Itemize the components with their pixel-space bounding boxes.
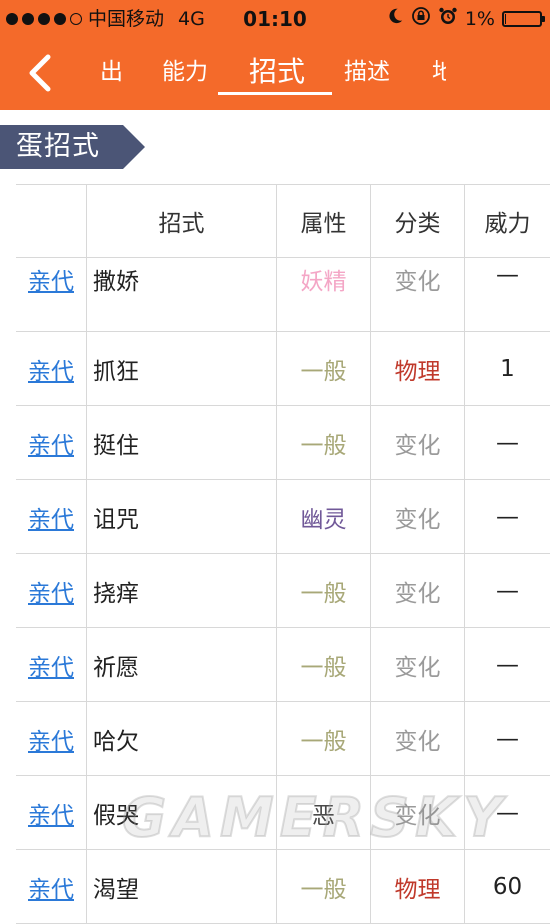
- move-category-cell: 物理: [370, 332, 464, 405]
- learn-method-cell: 亲代: [16, 702, 86, 775]
- move-name-cell: 挺住: [86, 406, 276, 479]
- move-category-cell: 变化: [370, 776, 464, 849]
- tab-origin[interactable]: 出: [100, 52, 122, 92]
- move-name-cell: 哈欠: [86, 702, 276, 775]
- learn-method-link[interactable]: 亲代: [28, 352, 74, 386]
- move-category-cell: 物理: [370, 850, 464, 923]
- tab-moves[interactable]: 招式: [238, 52, 316, 92]
- move-type-cell: 一般: [276, 332, 370, 405]
- move-power-cell: —: [464, 480, 550, 553]
- learn-method-link[interactable]: 亲代: [28, 500, 74, 534]
- learn-method-cell: 亲代: [16, 554, 86, 627]
- nav-bar: 出 能力 招式 描述 地: [0, 38, 550, 110]
- move-type-cell: 恶: [276, 776, 370, 849]
- status-right: 1%: [386, 6, 545, 33]
- learn-method-link[interactable]: 亲代: [28, 262, 74, 296]
- tab-description[interactable]: 描述: [338, 52, 396, 92]
- learn-method-link[interactable]: 亲代: [28, 574, 74, 608]
- move-type-cell: 妖精: [276, 258, 370, 331]
- active-tab-indicator: [218, 92, 332, 95]
- tab-abilities[interactable]: 能力: [156, 52, 214, 92]
- move-power-cell: —: [464, 554, 550, 627]
- move-name-cell: 渴望: [86, 850, 276, 923]
- section-header: 蛋招式: [0, 125, 145, 169]
- header-category: 分类: [370, 185, 464, 257]
- move-power-cell: —: [464, 406, 550, 479]
- table-row: 亲代 祈愿 一般 变化 —: [16, 628, 550, 702]
- move-name-cell: 祈愿: [86, 628, 276, 701]
- move-category-cell: 变化: [370, 554, 464, 627]
- learn-method-cell: 亲代: [16, 406, 86, 479]
- back-button[interactable]: [18, 48, 62, 98]
- moon-icon: [386, 6, 404, 32]
- egg-moves-table: 招式 属性 分类 威力 亲代 撒娇 妖精 变化 — 亲代 抓狂 一般 物理 1 亲代 挺住 一般 变化 — 亲…: [16, 184, 550, 924]
- move-type-cell: 幽灵: [276, 480, 370, 553]
- learn-method-link[interactable]: 亲代: [28, 426, 74, 460]
- alarm-icon: [438, 6, 458, 33]
- table-row: 亲代 诅咒 幽灵 变化 —: [16, 480, 550, 554]
- learn-method-link[interactable]: 亲代: [28, 648, 74, 682]
- table-row: 亲代 挺住 一般 变化 —: [16, 406, 550, 480]
- chevron-left-icon: [29, 54, 51, 92]
- learn-method-link[interactable]: 亲代: [28, 722, 74, 756]
- tab-bar: 出 能力 招式 描述 地: [80, 38, 550, 110]
- battery-icon: [502, 11, 545, 27]
- learn-method-cell: 亲代: [16, 332, 86, 405]
- move-category-cell: 变化: [370, 480, 464, 553]
- table-header-row: 招式 属性 分类 威力: [16, 184, 550, 258]
- header-learn: [16, 185, 86, 257]
- header-power: 威力: [464, 185, 550, 257]
- header-type: 属性: [276, 185, 370, 257]
- move-name-cell: 撒娇: [86, 258, 276, 331]
- table-row: 亲代 抓狂 一般 物理 1: [16, 332, 550, 406]
- move-power-cell: 60: [464, 850, 550, 923]
- status-bar: 中国移动 4G 01:10 1%: [0, 0, 550, 38]
- tab-location[interactable]: 地: [432, 52, 446, 92]
- learn-method-link[interactable]: 亲代: [28, 796, 74, 830]
- move-power-cell: —: [464, 258, 550, 331]
- table-body: 亲代 撒娇 妖精 变化 — 亲代 抓狂 一般 物理 1 亲代 挺住 一般 变化 — 亲代 诅咒 幽灵 变化 — 亲代 挠痒…: [16, 258, 550, 924]
- learn-method-cell: 亲代: [16, 628, 86, 701]
- move-type-cell: 一般: [276, 628, 370, 701]
- learn-method-cell: 亲代: [16, 480, 86, 553]
- move-category-cell: 变化: [370, 258, 464, 331]
- move-power-cell: 1: [464, 332, 550, 405]
- table-row: 亲代 挠痒 一般 变化 —: [16, 554, 550, 628]
- table-row: 亲代 哈欠 一般 变化 —: [16, 702, 550, 776]
- move-power-cell: —: [464, 628, 550, 701]
- move-type-cell: 一般: [276, 554, 370, 627]
- move-name-cell: 抓狂: [86, 332, 276, 405]
- move-type-cell: 一般: [276, 702, 370, 775]
- move-name-cell: 诅咒: [86, 480, 276, 553]
- move-type-cell: 一般: [276, 850, 370, 923]
- header-move: 招式: [86, 185, 276, 257]
- move-power-cell: —: [464, 776, 550, 849]
- section-title: 蛋招式: [16, 131, 100, 162]
- table-row: 亲代 假哭恶变化 —: [16, 776, 550, 850]
- table-row: 亲代 撒娇 妖精 变化 —: [16, 258, 550, 332]
- move-type-cell: 一般: [276, 406, 370, 479]
- learn-method-cell: 亲代: [16, 850, 86, 923]
- move-power-cell: —: [464, 702, 550, 775]
- move-category-cell: 变化: [370, 702, 464, 775]
- learn-method-link[interactable]: 亲代: [28, 870, 74, 904]
- move-category-cell: 变化: [370, 406, 464, 479]
- move-name-cell: 挠痒: [86, 554, 276, 627]
- move-category-cell: 变化: [370, 628, 464, 701]
- table-row: 亲代 渴望 一般 物理 60: [16, 850, 550, 924]
- battery-percent: 1%: [464, 8, 495, 30]
- learn-method-cell: 亲代: [16, 776, 86, 849]
- learn-method-cell: 亲代: [16, 258, 86, 331]
- move-name-cell: 假哭: [86, 776, 276, 849]
- rotation-lock-icon: [411, 6, 431, 33]
